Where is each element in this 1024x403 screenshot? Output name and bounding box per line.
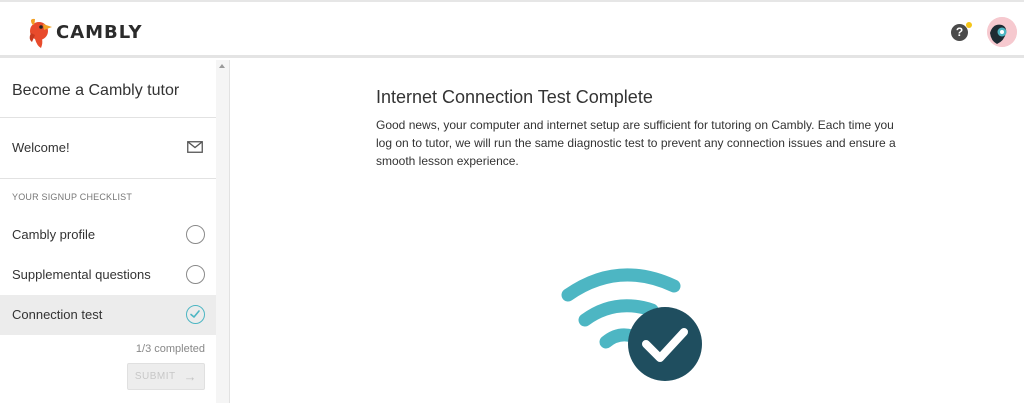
checklist-item-cambly-profile[interactable]: Cambly profile bbox=[0, 215, 216, 255]
checklist-item-label: Connection test bbox=[12, 307, 103, 322]
sidebar-item-welcome[interactable]: Welcome! bbox=[0, 118, 216, 178]
submit-button[interactable]: SUBMIT → bbox=[127, 363, 205, 390]
progress-text: 1/3 completed bbox=[135, 343, 205, 355]
page-title: Internet Connection Test Complete bbox=[376, 87, 653, 107]
checklist-item-supplemental-questions[interactable]: Supplemental questions bbox=[0, 255, 216, 295]
checklist-item-label: Supplemental questions bbox=[12, 267, 151, 282]
checked-circle-icon bbox=[186, 305, 205, 324]
checklist-item-connection-test[interactable]: Connection test bbox=[0, 295, 216, 335]
scroll-up-arrow-icon[interactable] bbox=[219, 64, 225, 68]
mail-icon bbox=[187, 141, 203, 153]
brand-name: CAMBLY bbox=[56, 21, 143, 43]
unchecked-circle-icon bbox=[186, 265, 205, 284]
notification-dot bbox=[966, 22, 972, 28]
cambly-bird-logo bbox=[29, 18, 52, 48]
sidebar-content: Become a Cambly tutor Welcome! YOUR SIGN… bbox=[0, 60, 216, 403]
sidebar-scrollbar[interactable] bbox=[216, 60, 229, 403]
unchecked-circle-icon bbox=[186, 225, 205, 244]
signup-sidebar: Become a Cambly tutor Welcome! YOUR SIGN… bbox=[0, 60, 230, 403]
sidebar-title: Become a Cambly tutor bbox=[12, 82, 180, 99]
user-avatar[interactable] bbox=[987, 17, 1017, 47]
help-button[interactable]: ? bbox=[951, 22, 972, 42]
checklist-heading: YOUR SIGNUP CHECKLIST bbox=[12, 192, 133, 202]
checklist-item-label: Cambly profile bbox=[12, 227, 96, 242]
cambly-logo[interactable]: CAMBLY bbox=[26, 14, 142, 50]
sidebar-item-label: Welcome! bbox=[12, 140, 70, 155]
result-description: Good news, your computer and internet se… bbox=[376, 118, 896, 168]
arrow-right-icon: → bbox=[183, 369, 198, 384]
top-nav-bar: CAMBLY ? bbox=[0, 0, 1024, 58]
submit-label: SUBMIT bbox=[134, 371, 176, 382]
divider bbox=[0, 178, 216, 179]
avatar-image bbox=[987, 17, 1017, 47]
wifi-check-icon bbox=[560, 262, 710, 403]
